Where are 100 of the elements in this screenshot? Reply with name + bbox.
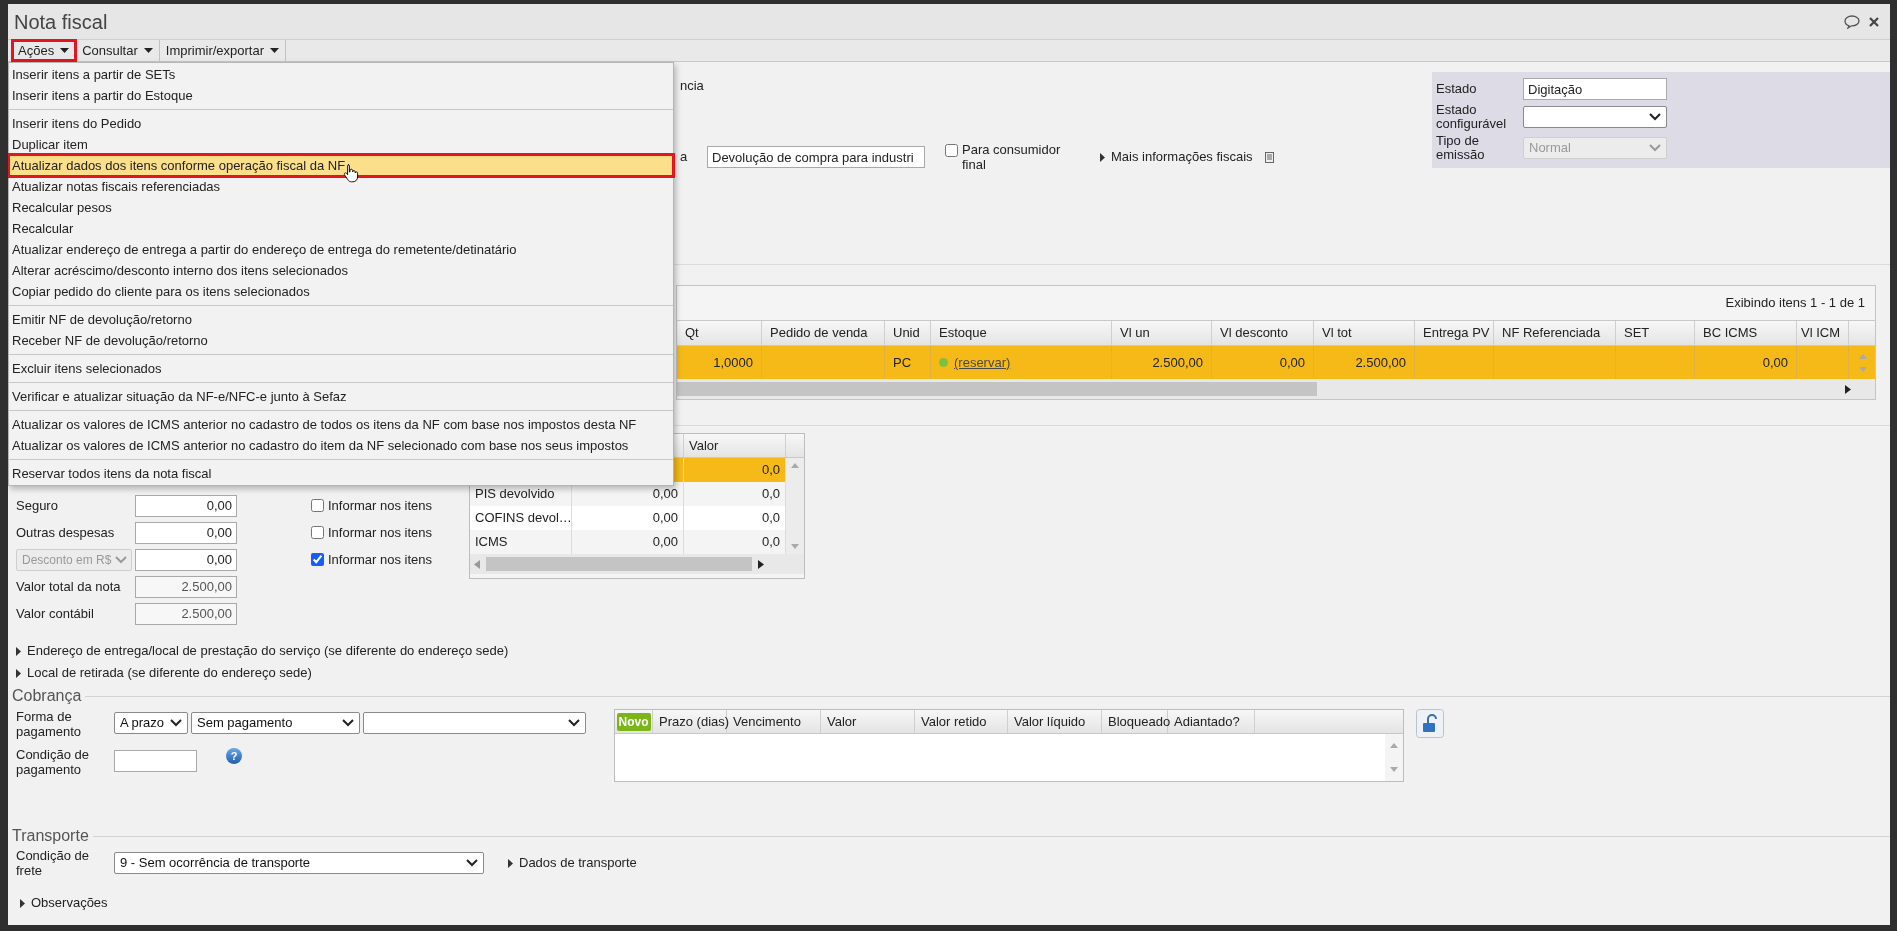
- menu-button[interactable]: Imprimir/exportar: [159, 40, 287, 61]
- section-title: Cobrança: [12, 686, 82, 706]
- reserve-link[interactable]: (reservar): [954, 352, 1011, 373]
- chevron-down-icon: [342, 719, 354, 727]
- table-row[interactable]: COFINS devol… 0,00 0,0: [470, 506, 786, 530]
- section-title: Transporte: [12, 826, 89, 846]
- input-field[interactable]: [114, 750, 197, 772]
- menu-item[interactable]: Recalcular pesos: [9, 197, 673, 218]
- column-header[interactable]: Valor: [821, 710, 915, 733]
- field-label: Estado configurável: [1436, 103, 1508, 131]
- checkbox[interactable]: [945, 144, 958, 157]
- pagination-text: Exibindo itens 1 - 1 de 1: [1725, 294, 1865, 313]
- expander-link[interactable]: Observações: [12, 892, 1890, 914]
- field-label: Seguro: [16, 496, 59, 515]
- menu-item[interactable]: Emitir NF de devolução/retorno: [9, 309, 673, 330]
- checkbox-label: Informar nos itens: [328, 523, 433, 542]
- column-header[interactable]: Vl desconto: [1212, 321, 1314, 345]
- column-header[interactable]: BC ICMS: [1695, 321, 1797, 345]
- close-icon[interactable]: [1868, 15, 1880, 28]
- menu-item[interactable]: Verificar e atualizar situação da NF-e/NFC-e junto à Sefaz: [9, 386, 673, 407]
- checkbox-label: Informar nos itens: [328, 496, 433, 515]
- input-field[interactable]: 0,00: [135, 494, 237, 517]
- menu-item[interactable]: Duplicar item: [9, 134, 673, 155]
- menu-item[interactable]: Receber NF de devolução/retorno: [9, 330, 673, 351]
- field-label: Valor total da nota: [16, 577, 122, 596]
- vertical-scrollbar[interactable]: [786, 458, 804, 554]
- menu-item[interactable]: Atualizar os valores de ICMS anterior no cadastro do item da NF selecionado com base nos seus impostos: [9, 435, 673, 456]
- arrow-right-icon: [1845, 384, 1851, 394]
- input-field[interactable]: Devolução de compra para industri: [707, 146, 925, 168]
- column-header[interactable]: Unid: [885, 321, 931, 345]
- dropdown[interactable]: A prazo: [114, 712, 188, 734]
- arrow-left-icon: [474, 559, 480, 569]
- field-label: Tipo de emissão: [1436, 134, 1486, 162]
- field-label: Outras despesas: [16, 523, 116, 542]
- menu-item[interactable]: Excluir itens selecionados: [9, 358, 673, 379]
- menu-item[interactable]: Atualizar os valores de ICMS anterior no cadastro de todos os itens da NF com base nos impostos desta NF: [9, 414, 673, 435]
- menu-item[interactable]: Recalcular: [9, 218, 673, 239]
- expander-link[interactable]: Local de retirada (se diferente do endereço sede): [12, 662, 1890, 684]
- checkbox[interactable]: [311, 553, 324, 566]
- column-header[interactable]: Valor retido: [915, 710, 1008, 733]
- caret-down-icon: [270, 48, 280, 53]
- checkbox[interactable]: [311, 526, 324, 539]
- column-header[interactable]: Vl tot: [1314, 321, 1415, 345]
- column-header[interactable]: Vencimento: [727, 710, 821, 733]
- column-header[interactable]: Valor líquido: [1008, 710, 1102, 733]
- window-title: Nota fiscal: [14, 9, 108, 35]
- expander-link[interactable]: Mais informações fiscais: [1100, 147, 1274, 167]
- arrow-right-icon: [758, 559, 764, 569]
- status-dot-icon: [939, 358, 948, 367]
- dropdown[interactable]: [363, 712, 586, 734]
- menu-item[interactable]: Atualizar notas fiscais referenciadas: [9, 176, 673, 197]
- column-header[interactable]: Vl un: [1112, 321, 1212, 345]
- field-label: Condição de frete: [16, 848, 90, 878]
- checkbox[interactable]: [311, 499, 324, 512]
- field-label: Forma de pagamento: [16, 709, 83, 739]
- caret-down-icon: [60, 48, 70, 53]
- menu-item[interactable]: Atualizar endereço de entrega a partir do endereço de entrega do remetente/detinatário: [9, 239, 673, 260]
- column-header[interactable]: Prazo (dias): [653, 710, 727, 733]
- chevron-down-icon: [1649, 144, 1661, 152]
- column-header[interactable]: Qt: [677, 321, 762, 345]
- menu-item[interactable]: Inserir itens a partir de SETs: [9, 64, 673, 85]
- chevron-down-icon: [115, 555, 128, 564]
- vertical-scrollbar[interactable]: [1385, 734, 1403, 781]
- chat-icon[interactable]: [1844, 14, 1860, 29]
- text-label: ncia: [680, 77, 705, 92]
- chevron-down-icon: [568, 719, 580, 727]
- menu-item[interactable]: Reservar todos itens da nota fiscal: [9, 463, 673, 484]
- column-header[interactable]: Vl ICM: [1797, 321, 1849, 345]
- table-row[interactable]: 1,0000 PC (reservar) 2.500,00 0,00 2.500,00 0,00: [677, 346, 1875, 379]
- menu-button[interactable]: Consultar: [76, 40, 160, 61]
- expander-link[interactable]: Dados de transporte: [508, 853, 637, 873]
- input-field[interactable]: 0,00: [135, 521, 237, 544]
- column-header[interactable]: Valor: [684, 434, 786, 457]
- column-header[interactable]: Pedido de venda: [762, 321, 885, 345]
- column-header[interactable]: Estoque: [931, 321, 1112, 345]
- column-header[interactable]: SET: [1616, 321, 1695, 345]
- column-header[interactable]: NF Referenciada: [1494, 321, 1616, 345]
- menu-item[interactable]: Copiar pedido do cliente para os itens selecionados: [9, 281, 673, 302]
- menu-item[interactable]: Inserir itens a partir do Estoque: [9, 85, 673, 106]
- column-header[interactable]: Bloqueado: [1102, 710, 1168, 733]
- expander-link[interactable]: Endereço de entrega/local de prestação do serviço (se diferente do endereço sede): [12, 640, 1890, 662]
- menu-item[interactable]: Inserir itens do Pedido: [9, 113, 673, 134]
- checkbox-label: Para consumidor final: [962, 142, 1062, 172]
- chevron-down-icon: [466, 859, 478, 867]
- horizontal-scrollbar[interactable]: [470, 554, 804, 574]
- document-icon: [1264, 151, 1274, 163]
- column-header[interactable]: Entrega PV: [1415, 321, 1494, 345]
- dropdown[interactable]: 9 - Sem ocorrência de transporte: [114, 852, 484, 874]
- menu-item[interactable]: Alterar acréscimo/desconto interno dos itens selecionados: [9, 260, 673, 281]
- field-label: Condição de pagamento: [16, 747, 90, 777]
- chevron-down-icon: [170, 719, 182, 727]
- horizontal-scrollbar[interactable]: [677, 379, 1875, 399]
- input-field[interactable]: Digitação: [1523, 78, 1667, 100]
- dropdown[interactable]: Sem pagamento: [191, 712, 360, 734]
- lock-button[interactable]: [1416, 709, 1444, 738]
- text-label: a: [680, 148, 689, 167]
- menu-button[interactable]: Ações: [12, 40, 77, 61]
- dropdown[interactable]: [1523, 106, 1667, 128]
- checkbox-label: Informar nos itens: [328, 550, 433, 569]
- hand-cursor-icon: [343, 163, 359, 183]
